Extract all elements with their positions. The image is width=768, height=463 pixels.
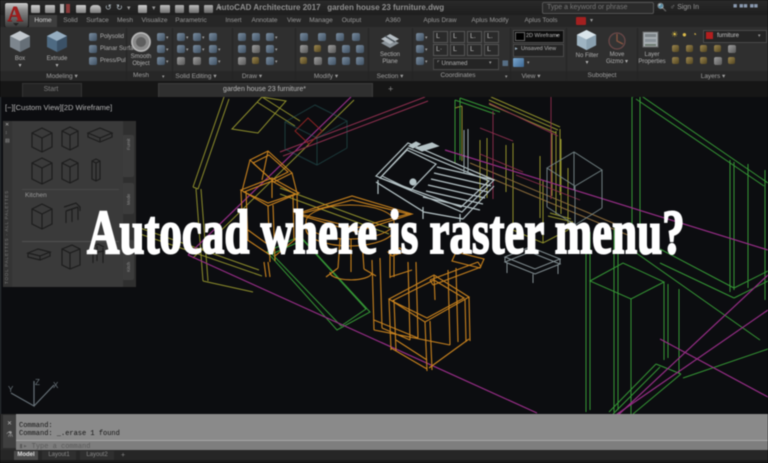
svg-text:Y: Y bbox=[8, 385, 14, 394]
svg-text:X: X bbox=[53, 381, 59, 390]
svg-text:Z: Z bbox=[35, 378, 40, 387]
